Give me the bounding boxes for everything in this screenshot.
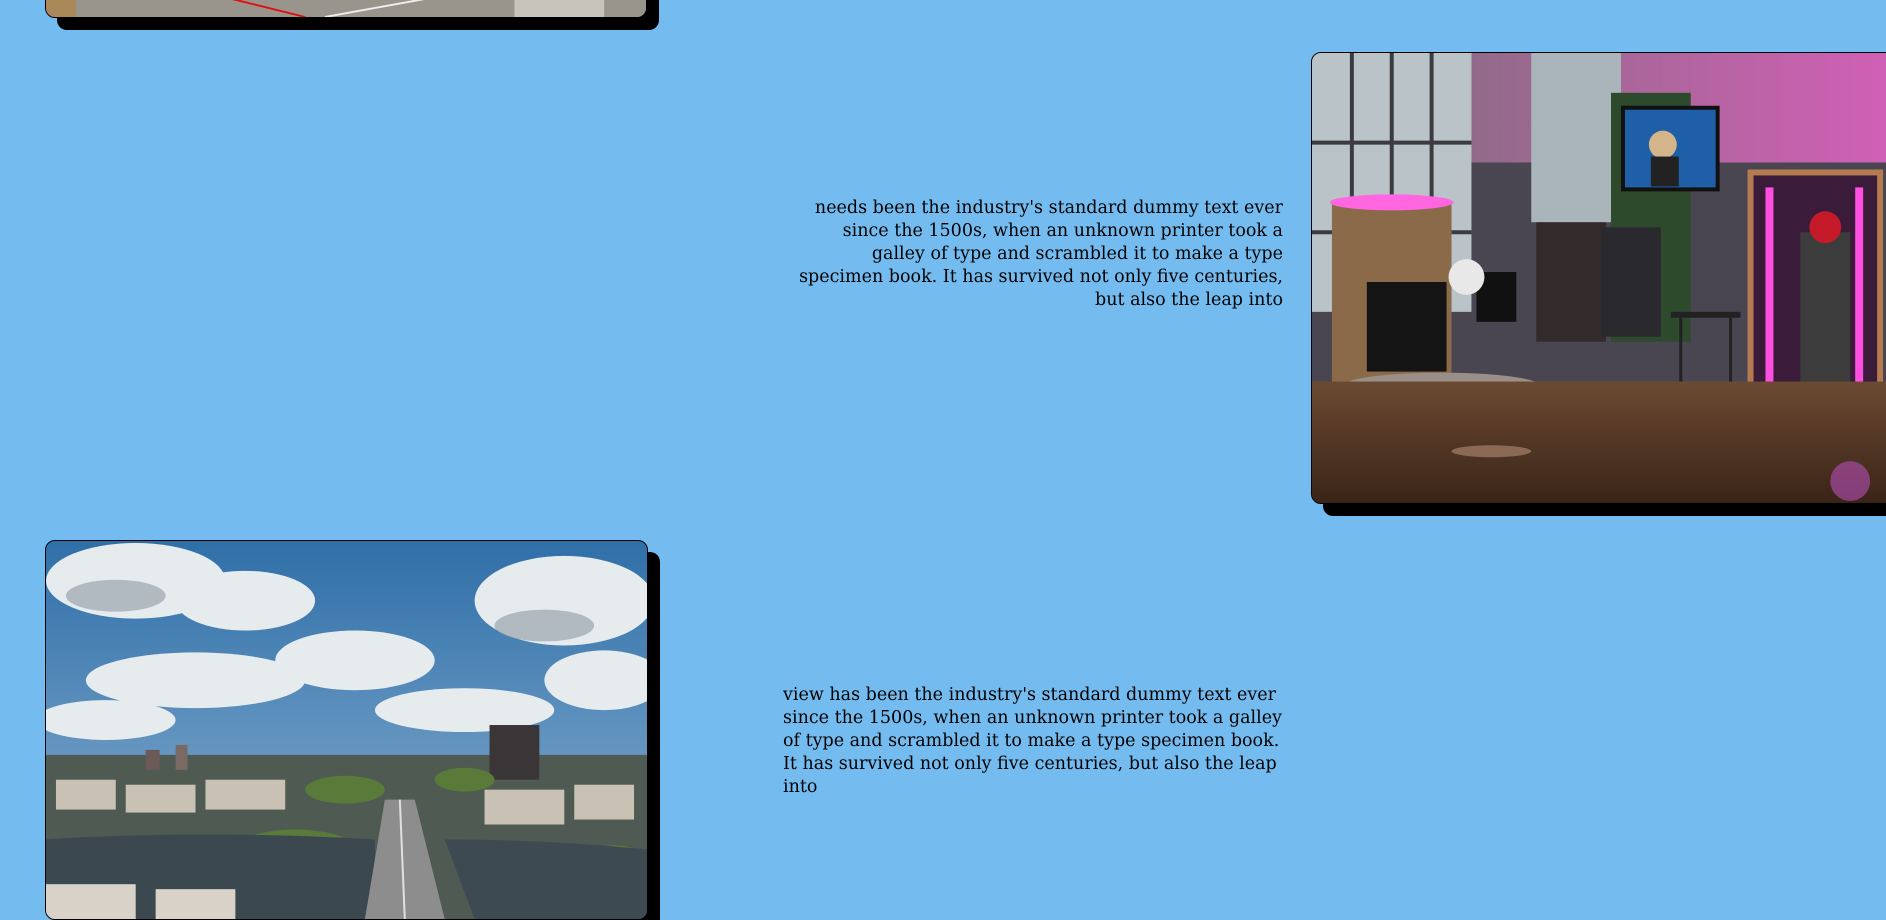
store-image-card [1311, 52, 1886, 504]
road-image [46, 0, 646, 17]
store-interior-image [1312, 53, 1886, 503]
paragraph-1: needs been the industry's standard dummy… [799, 198, 1283, 310]
top-image-card [45, 0, 647, 18]
city-aerial-image [46, 541, 647, 919]
paragraph-2: view has been the industry's standard du… [783, 685, 1282, 797]
city-image-card [45, 540, 648, 920]
